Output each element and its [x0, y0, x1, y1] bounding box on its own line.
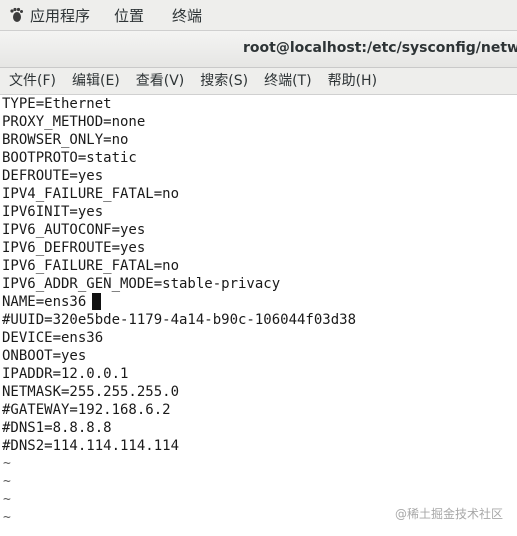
config-line-bootproto: BOOTPROTO=static	[2, 150, 137, 166]
menu-view[interactable]: 查看(V)	[128, 68, 193, 94]
config-line-ipv6-addr-gen-mode: IPV6_ADDR_GEN_MODE=stable-privacy	[2, 276, 281, 292]
menu-help[interactable]: 帮助(H)	[320, 68, 385, 94]
window-title: root@localhost:/etc/sysconfig/network-s	[243, 40, 517, 56]
empty-line-marker: ~	[3, 492, 11, 507]
menu-search[interactable]: 搜索(S)	[192, 68, 256, 94]
config-line-dns1: #DNS1=8.8.8.8	[2, 420, 112, 436]
config-line-ipv6init: IPV6INIT=yes	[2, 204, 104, 220]
config-line-ipv6-defroute: IPV6_DEFROUTE=yes	[2, 240, 146, 256]
empty-line-marker: ~	[3, 474, 11, 489]
top-panel: 应用程序 位置 终端	[0, 0, 517, 31]
config-line-gateway: #GATEWAY=192.168.6.2	[2, 402, 171, 418]
menu-terminal[interactable]: 终端(T)	[256, 68, 319, 94]
menubar: 文件(F) 编辑(E) 查看(V) 搜索(S) 终端(T) 帮助(H)	[0, 68, 517, 95]
config-line-ipv4-failure-fatal: IPV4_FAILURE_FATAL=no	[2, 186, 180, 202]
menu-file[interactable]: 文件(F)	[0, 68, 64, 94]
text-cursor	[92, 293, 101, 310]
applications-menu[interactable]: 应用程序	[0, 0, 100, 30]
places-menu[interactable]: 位置	[100, 0, 154, 30]
config-line-onboot: ONBOOT=yes	[2, 348, 87, 364]
config-line-dns2: #DNS2=114.114.114.114	[2, 438, 180, 454]
config-line-ipv6-autoconf: IPV6_AUTOCONF=yes	[2, 222, 146, 238]
gnome-foot-icon	[8, 7, 24, 23]
config-line-name: NAME=ens36	[2, 294, 87, 310]
config-line-proxy-method: PROXY_METHOD=none	[2, 114, 146, 130]
config-line-defroute: DEFROUTE=yes	[2, 168, 104, 184]
config-line-uuid: #UUID=320e5bde-1179-4a14-b90c-106044f03d…	[2, 312, 357, 328]
config-line-ipv6-failure-fatal: IPV6_FAILURE_FATAL=no	[2, 258, 180, 274]
terminal-area[interactable]: TYPE=Ethernet PROXY_METHOD=none BROWSER_…	[0, 95, 517, 536]
config-line-browser-only: BROWSER_ONLY=no	[2, 132, 129, 148]
applications-label: 应用程序	[30, 6, 91, 25]
watermark: @稀土掘金技术社区	[394, 507, 503, 521]
terminal-app-label: 终端	[172, 6, 203, 25]
empty-line-marker: ~	[3, 456, 11, 471]
config-line-ipaddr: IPADDR=12.0.0.1	[2, 366, 129, 382]
window-titlebar[interactable]: root@localhost:/etc/sysconfig/network-s	[0, 31, 517, 68]
empty-line-marker: ~	[3, 510, 11, 525]
terminal-app-menu[interactable]: 终端	[154, 0, 212, 30]
menu-edit[interactable]: 编辑(E)	[64, 68, 128, 94]
config-line-device: DEVICE=ens36	[2, 330, 104, 346]
config-line-type: TYPE=Ethernet	[2, 96, 112, 112]
places-label: 位置	[114, 6, 145, 25]
config-line-netmask: NETMASK=255.255.255.0	[2, 384, 180, 400]
